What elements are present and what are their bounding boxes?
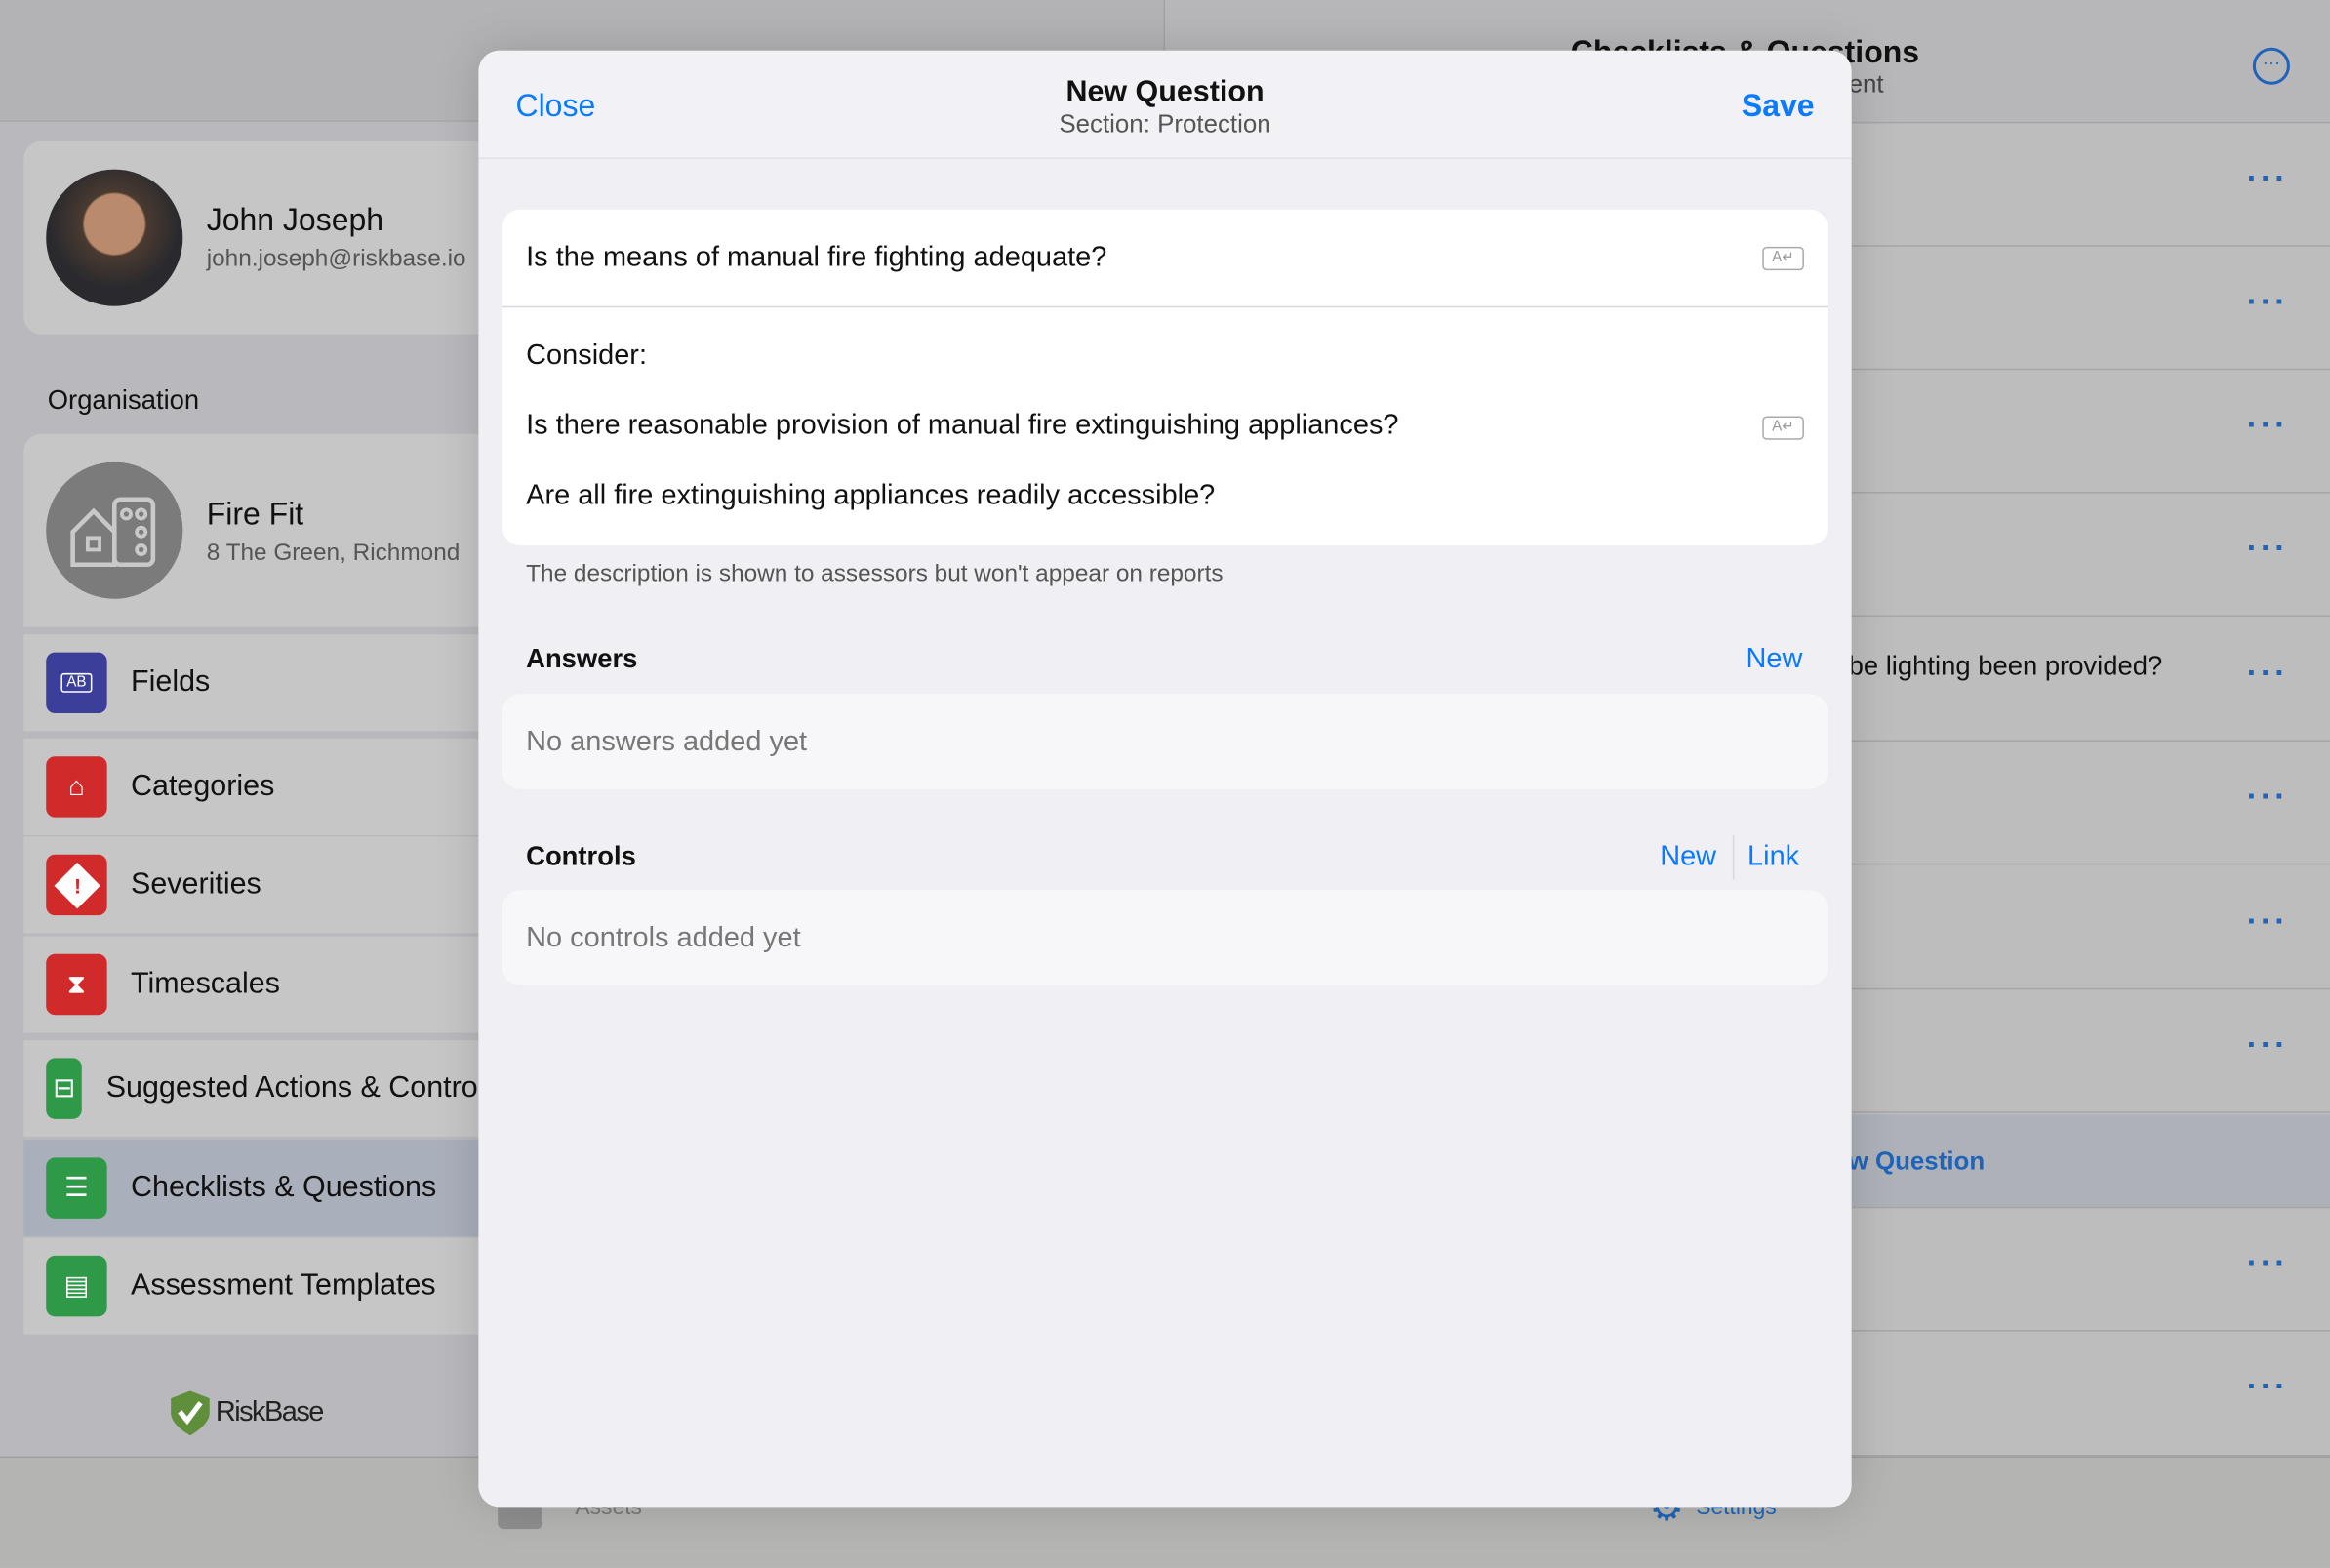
logo-text: RiskBase [215,1396,325,1428]
tag-icon: ⌂ [46,756,107,818]
sidebar-item-suggested-actions[interactable]: ⊟ Suggested Actions & Controls [23,1040,500,1138]
ellipsis-icon[interactable]: ··· [2247,778,2289,817]
sidebar-item-severities[interactable]: ! Severities [23,836,500,934]
description-line: Consider: [526,340,648,372]
answers-empty-state: No answers added yet [502,694,1828,789]
sidebar-item-fields[interactable]: AB Fields [23,634,500,732]
building-icon [46,462,183,599]
section-label: Organisation [47,384,200,415]
warning-diamond-icon: ! [46,854,107,916]
sidebar-item-label: Severities [131,867,261,901]
new-control-button[interactable]: New [1660,841,1716,874]
new-answer-button[interactable]: New [1747,643,1803,676]
controls-empty-state: No controls added yet [502,890,1828,985]
save-button[interactable]: Save [1742,89,1815,125]
sidebar-item-timescales[interactable]: ⧗ Timescales [23,936,500,1033]
shield-check-icon [171,1390,210,1436]
sidebar-item-label: Assessment Templates [131,1268,436,1303]
keyboard-return-icon: A↵ [1762,416,1804,440]
org-name: Fire Fit [206,498,304,533]
description-note: The description is shown to assessors bu… [526,561,1224,587]
description-line: Are all fire extinguishing appliances re… [526,479,1216,511]
ellipsis-icon[interactable]: ··· [2247,282,2289,321]
org-address: 8 The Green, Richmond [206,541,461,567]
org-card[interactable]: Fire Fit 8 The Green, Richmond [23,433,500,627]
sidebar-item-label: Suggested Actions & Controls [105,1071,500,1105]
sidebar-item-label: Categories [131,769,275,803]
question-input[interactable]: Is the means of manual fire fighting ade… [502,210,1828,306]
ellipsis-icon[interactable]: ··· [2247,406,2289,445]
sidebar-item-assessment-templates[interactable]: ▤ Assessment Templates [23,1237,500,1335]
question-text: Is the means of manual fire fighting ade… [526,242,1107,274]
controls-header: Controls [526,841,636,871]
profile-card[interactable]: John Joseph john.joseph@riskbase.io [23,141,500,335]
link-control-button[interactable]: Link [1748,841,1799,874]
ellipsis-icon[interactable]: ··· [2247,159,2289,198]
pane-subtitle: ent [1848,69,1884,99]
template-icon: ▤ [46,1255,107,1317]
sidebar-item-label: Fields [131,665,211,699]
modal-subtitle: Section: Protection [1059,109,1271,139]
ellipsis-icon[interactable]: ··· [2247,902,2289,941]
avatar [46,169,183,306]
sidebar-item-categories[interactable]: ⌂ Categories [23,738,500,835]
sidebar-item-label: Timescales [131,967,280,1000]
user-email: john.joseph@riskbase.io [206,246,466,272]
fields-ab-icon: AB [46,652,107,714]
signpost-icon: ⊟ [46,1058,83,1119]
new-question-link[interactable]: w Question [1849,1147,1986,1177]
sidebar-item-checklists[interactable]: ☰ Checklists & Questions [23,1140,500,1237]
ellipsis-icon[interactable]: ··· [2247,529,2289,568]
ellipsis-icon[interactable]: ··· [2247,1244,2289,1283]
row-text: be lighting been provided? [1848,651,2163,681]
ellipsis-icon[interactable]: ··· [2247,1025,2289,1065]
divider [1732,834,1735,880]
keyboard-return-icon: A↵ [1762,246,1804,271]
riskbase-logo: RiskBase [168,1389,325,1437]
description-input[interactable]: Consider: Is there reasonable provision … [502,307,1828,545]
hourglass-icon: ⧗ [46,953,107,1016]
answers-header: Answers [526,643,638,673]
sidebar-item-label: Checklists & Questions [131,1171,437,1204]
description-line: Is there reasonable provision of manual … [526,410,1399,442]
ellipsis-icon[interactable]: ··· [2247,1367,2289,1406]
modal-title: New Question [1065,75,1265,109]
more-options-icon[interactable]: ··· [2252,47,2290,85]
user-name: John Joseph [206,203,384,238]
new-question-modal: Close New Question Section: Protection S… [478,50,1852,1508]
checklist-icon: ☰ [46,1157,107,1219]
question-card: Is the means of manual fire fighting ade… [502,209,1828,545]
ellipsis-icon[interactable]: ··· [2247,654,2289,693]
modal-header: Close New Question Section: Protection S… [478,50,1852,159]
